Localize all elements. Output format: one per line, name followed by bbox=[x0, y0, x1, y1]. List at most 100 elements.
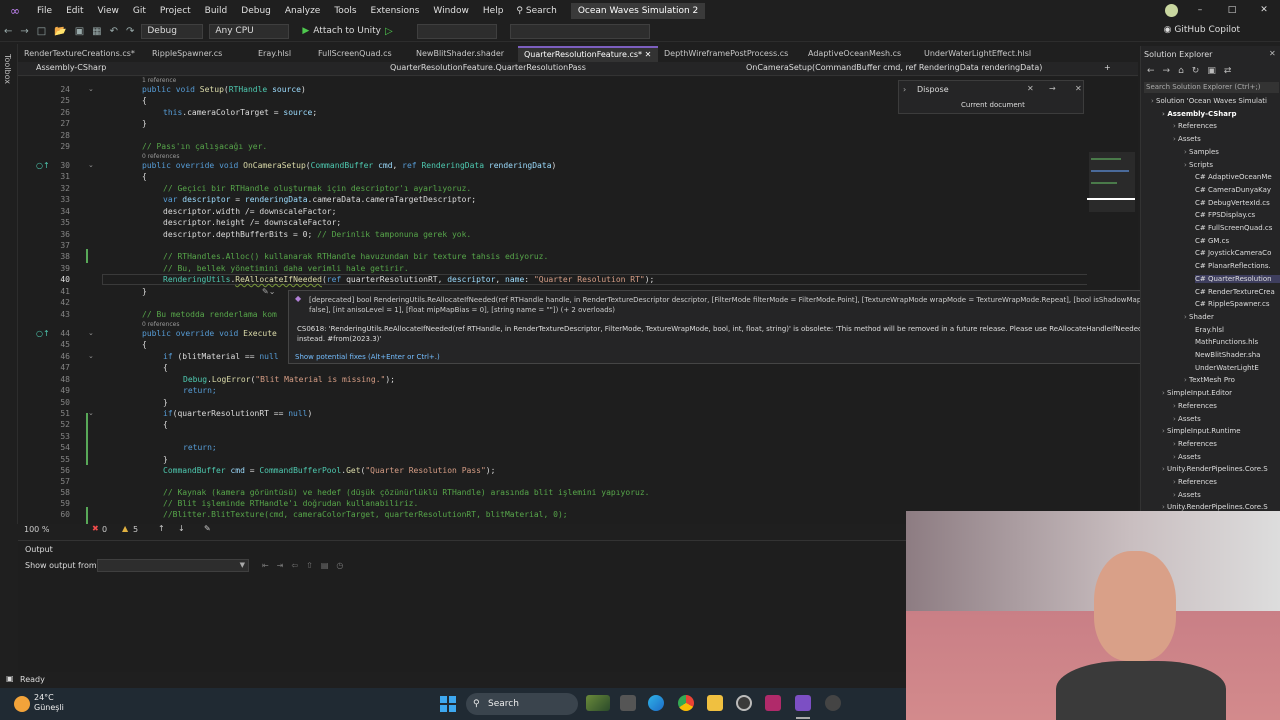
toolbox-tab[interactable]: Toolbox bbox=[3, 54, 12, 84]
tree-node[interactable]: C# RenderTextureCrea bbox=[1195, 288, 1280, 296]
solution-explorer-toolbar[interactable]: ←→⌂↻▣⇄ bbox=[1147, 66, 1239, 76]
visual-studio-icon[interactable] bbox=[795, 695, 811, 711]
zoom-level[interactable]: 100 % bbox=[24, 525, 49, 534]
add-icon[interactable]: + bbox=[1104, 63, 1111, 72]
menu-analyze[interactable]: Analyze bbox=[278, 6, 327, 16]
tree-node[interactable]: MathFunctions.hls bbox=[1195, 338, 1280, 346]
menu-extensions[interactable]: Extensions bbox=[364, 6, 427, 16]
quick-actions-icon[interactable]: ✎⌄ bbox=[262, 287, 275, 296]
tab-newblitshader[interactable]: NewBlitShader.shader bbox=[410, 46, 518, 62]
github-copilot-button[interactable]: ◉ GitHub Copilot bbox=[1164, 25, 1240, 35]
tree-node[interactable]: › TextMesh Pro bbox=[1184, 376, 1280, 384]
menu-project[interactable]: Project bbox=[153, 6, 198, 16]
tree-node[interactable]: › References bbox=[1173, 440, 1280, 448]
tab-underwaterlighteffect[interactable]: UnderWaterLightEffect.hlsl bbox=[918, 46, 1048, 62]
tree-node[interactable]: › Scripts bbox=[1184, 161, 1280, 169]
warning-count[interactable]: 5 bbox=[133, 525, 138, 534]
menu-git[interactable]: Git bbox=[126, 6, 153, 16]
start-icon[interactable] bbox=[440, 696, 456, 712]
tree-node[interactable]: › Assets bbox=[1173, 415, 1280, 423]
edge-icon[interactable] bbox=[648, 695, 664, 711]
taskbar-search[interactable]: ⚲ Search bbox=[466, 693, 578, 715]
collapse-icon[interactable]: ⌄ bbox=[88, 409, 94, 417]
tree-node[interactable]: C# AdaptiveOceanMe bbox=[1195, 173, 1280, 181]
startup-item-select[interactable] bbox=[416, 23, 497, 39]
unity-icon[interactable] bbox=[825, 695, 841, 711]
play-icon[interactable]: ▶ bbox=[302, 26, 309, 36]
tab-adaptiveoceanmesh[interactable]: AdaptiveOceanMesh.cs bbox=[802, 46, 918, 62]
solution-search-input[interactable]: Search Solution Explorer (Ctrl+;) bbox=[1144, 82, 1279, 93]
find-clear-icon[interactable]: ✕ bbox=[1027, 84, 1034, 93]
forward-icon[interactable]: → bbox=[20, 26, 28, 37]
account-avatar[interactable] bbox=[1165, 4, 1178, 17]
new-file-icon[interactable]: □ bbox=[37, 26, 46, 37]
tree-node[interactable]: UnderWaterLightE bbox=[1195, 364, 1280, 372]
collapse-icon[interactable]: ⌄ bbox=[88, 352, 94, 360]
tree-node[interactable]: › Assets bbox=[1173, 491, 1280, 499]
menu-view[interactable]: View bbox=[91, 6, 126, 16]
show-potential-fixes-link[interactable]: Show potential fixes (Alt+Enter or Ctrl+… bbox=[295, 353, 440, 361]
find-next-icon[interactable]: → bbox=[1049, 84, 1056, 93]
find-close-icon[interactable]: ✕ bbox=[1075, 84, 1082, 93]
tree-node[interactable]: C# QuarterResolution bbox=[1195, 274, 1280, 283]
collapse-icon[interactable]: ⌄ bbox=[88, 329, 94, 337]
find-scope[interactable]: Current document bbox=[961, 101, 1025, 109]
class-dropdown[interactable]: QuarterResolutionFeature.QuarterResoluti… bbox=[390, 63, 586, 72]
code-lens[interactable]: 1 reference bbox=[142, 77, 176, 84]
error-count[interactable]: 0 bbox=[102, 525, 107, 534]
tree-node[interactable]: › Solution 'Ocean Waves Simulati bbox=[1151, 97, 1280, 105]
tree-node[interactable]: C# DebugVertexId.cs bbox=[1195, 199, 1280, 207]
menu-debug[interactable]: Debug bbox=[234, 6, 278, 16]
redo-icon[interactable]: ↷ bbox=[126, 26, 134, 37]
menu-window[interactable]: Window bbox=[426, 6, 476, 16]
config-select[interactable]: Debug bbox=[141, 23, 204, 39]
menu-search[interactable]: ⚲ Search bbox=[516, 6, 556, 16]
find-input[interactable]: Dispose bbox=[917, 85, 949, 94]
code-lens[interactable]: 0 references bbox=[142, 153, 180, 160]
collapse-icon[interactable]: ⌄ bbox=[88, 161, 94, 169]
override-icon[interactable]: ○↑ bbox=[36, 161, 50, 170]
tab-eray-hlsl[interactable]: Eray.hlsl bbox=[252, 46, 312, 62]
task-view-icon[interactable] bbox=[620, 695, 636, 711]
tab-quarterresolutionfeature[interactable]: QuarterResolutionFeature.cs* ✕ bbox=[518, 46, 658, 62]
attach-to-unity-button[interactable]: Attach to Unity bbox=[313, 26, 381, 36]
weather-widget[interactable]: 24°C Güneşli bbox=[34, 693, 64, 713]
tree-node[interactable]: › Assets bbox=[1173, 135, 1280, 143]
menu-tools[interactable]: Tools bbox=[327, 6, 363, 16]
member-dropdown[interactable]: OnCameraSetup(CommandBuffer cmd, ref Ren… bbox=[746, 63, 1042, 72]
tree-node[interactable]: C# RippleSpawner.cs bbox=[1195, 300, 1280, 308]
menu-file[interactable]: File bbox=[30, 6, 59, 16]
tab-depthwireframepostprocess[interactable]: DepthWireframePostProcess.cs bbox=[658, 46, 802, 62]
tab-close-icon[interactable]: ✕ bbox=[645, 50, 652, 59]
tab-rendertexturecreations[interactable]: RenderTextureCreations.cs* bbox=[18, 46, 146, 62]
previous-issue-icon[interactable]: ↑ bbox=[158, 524, 165, 533]
tab-fullscreenquad[interactable]: FullScreenQuad.cs bbox=[312, 46, 410, 62]
tree-node[interactable]: › Assembly-CSharp bbox=[1162, 110, 1280, 118]
save-all-icon[interactable]: ▦ bbox=[92, 26, 101, 37]
menu-build[interactable]: Build bbox=[198, 6, 235, 16]
tree-node[interactable]: Eray.hlsl bbox=[1195, 326, 1280, 334]
tab-ripplespawner[interactable]: RippleSpawner.cs bbox=[146, 46, 252, 62]
tree-node[interactable]: C# FullScreenQuad.cs bbox=[1195, 224, 1280, 232]
weather-sun-icon[interactable] bbox=[14, 696, 30, 712]
override-icon[interactable]: ○↑ bbox=[36, 329, 50, 338]
rider-icon[interactable] bbox=[765, 695, 781, 711]
collapse-icon[interactable]: ⌄ bbox=[88, 85, 94, 93]
menu-help[interactable]: Help bbox=[476, 6, 511, 16]
brush-icon[interactable]: ✎ bbox=[204, 524, 211, 533]
tree-node[interactable]: › SimpleInput.Runtime bbox=[1162, 427, 1280, 435]
tree-node[interactable]: › Unity.RenderPipelines.Core.S bbox=[1162, 465, 1280, 473]
maximize-icon[interactable]: □ bbox=[1216, 0, 1248, 21]
save-icon[interactable]: ▣ bbox=[75, 26, 84, 37]
tree-node[interactable]: › Shader bbox=[1184, 313, 1280, 321]
tree-node[interactable]: C# FPSDisplay.cs bbox=[1195, 211, 1280, 219]
code-lens[interactable]: 0 references bbox=[142, 321, 180, 328]
platform-select[interactable]: Any CPU bbox=[209, 23, 290, 39]
chrome-icon[interactable] bbox=[678, 695, 694, 711]
open-icon[interactable]: 📂 bbox=[54, 26, 66, 37]
tree-node[interactable]: › References bbox=[1173, 478, 1280, 486]
file-explorer-icon[interactable] bbox=[707, 695, 723, 711]
minimize-icon[interactable]: – bbox=[1184, 0, 1216, 21]
output-source-select[interactable]: ▼ bbox=[97, 559, 249, 572]
next-issue-icon[interactable]: ↓ bbox=[178, 524, 185, 533]
